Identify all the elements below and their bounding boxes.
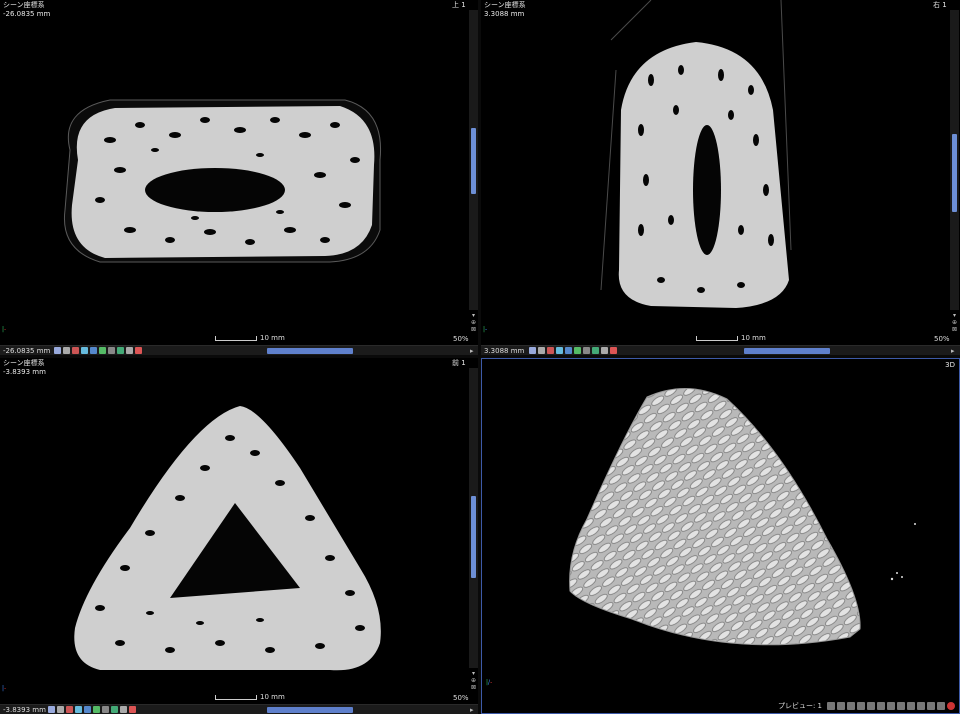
cube-side-icon[interactable]	[887, 702, 895, 710]
scale-bar: 10 mm	[215, 693, 285, 701]
link-icon[interactable]	[57, 706, 64, 713]
view-name-label: 上 1	[452, 1, 466, 9]
view-controls[interactable]: ▾ ⊕ ⊠	[469, 670, 478, 691]
lock-icon[interactable]	[54, 347, 61, 354]
horizontal-scrollbar-thumb[interactable]	[744, 348, 830, 354]
view-name-label: 前 1	[452, 359, 466, 367]
stop-icon[interactable]	[947, 702, 955, 710]
status-position: -3.8393 mm	[3, 706, 46, 714]
flag-icon[interactable]	[66, 706, 73, 713]
check-icon[interactable]	[117, 347, 124, 354]
move-icon[interactable]	[837, 702, 845, 710]
grid-icon[interactable]	[102, 706, 109, 713]
crosshair-icon[interactable]	[81, 347, 88, 354]
3d-render	[569, 388, 916, 646]
cube-top-icon[interactable]	[877, 702, 885, 710]
y-axis-icon[interactable]	[574, 347, 581, 354]
record-icon[interactable]	[610, 347, 617, 354]
viewport-right[interactable]: シーン座標系 3.3088 mm 右 1 ▾ ⊕ ⊠ 10 mm 50% |- 3.…	[481, 0, 960, 355]
settings-icon[interactable]	[126, 347, 133, 354]
slice-position: -26.0835 mm	[3, 10, 51, 18]
slice-scrollbar[interactable]	[469, 368, 478, 668]
cube-front-icon[interactable]	[867, 702, 875, 710]
cube-back-icon[interactable]	[907, 702, 915, 710]
x-axis-icon[interactable]	[84, 706, 91, 713]
slice-position: 3.3088 mm	[484, 10, 525, 18]
settings-icon[interactable]	[120, 706, 127, 713]
debris-specks	[890, 523, 916, 581]
coord-system-label: シーン座標系	[3, 359, 45, 367]
crosshair-icon[interactable]	[75, 706, 82, 713]
lock-icon[interactable]	[529, 347, 536, 354]
tool-strip[interactable]	[48, 706, 136, 713]
scrollbar-thumb[interactable]	[952, 134, 957, 212]
x-axis-icon[interactable]	[565, 347, 572, 354]
record-icon[interactable]	[129, 706, 136, 713]
scale-bar: 10 mm	[696, 334, 766, 342]
viewport-top[interactable]: シーン座標系 -26.0835 mm 上 1 ▾ ⊕ ⊠ 10 mm 50% |- …	[0, 0, 478, 355]
flag-icon[interactable]	[547, 347, 554, 354]
tool-strip[interactable]	[54, 347, 142, 354]
scroll-right-arrow[interactable]: ▸	[951, 346, 955, 355]
grid-icon[interactable]	[108, 347, 115, 354]
y-axis-icon[interactable]	[99, 347, 106, 354]
scale-bar: 10 mm	[215, 334, 285, 342]
cube-view-icon[interactable]	[857, 702, 865, 710]
link-icon[interactable]	[63, 347, 70, 354]
slice-position: -3.8393 mm	[3, 368, 46, 376]
link-icon[interactable]	[538, 347, 545, 354]
lock-icon[interactable]	[48, 706, 55, 713]
scrollbar-thumb[interactable]	[471, 496, 476, 578]
zoom-level: 50%	[934, 335, 950, 343]
view-controls[interactable]: ▾ ⊕ ⊠	[950, 312, 959, 333]
check-icon[interactable]	[592, 347, 599, 354]
scrollbar-thumb[interactable]	[471, 128, 476, 194]
tool-strip[interactable]	[529, 347, 617, 354]
camera-icon[interactable]	[927, 702, 935, 710]
coord-system-label: シーン座標系	[484, 1, 526, 9]
down-icon[interactable]	[827, 702, 835, 710]
grid-icon[interactable]	[583, 347, 590, 354]
status-position: -26.0835 mm	[3, 347, 51, 355]
ct-slice-right	[600, 0, 792, 308]
viewport-3d[interactable]: 3D |/- プレビュー: 1	[481, 358, 960, 714]
horizontal-scrollbar-thumb[interactable]	[267, 707, 353, 713]
slice-scrollbar[interactable]	[950, 10, 959, 310]
axis-gizmo: |-	[483, 326, 488, 333]
record-icon[interactable]	[135, 347, 142, 354]
zoom-level: 50%	[453, 335, 469, 343]
slice-statusbar: 3.3088 mm ▸	[481, 345, 960, 355]
axis-gizmo: |-	[2, 685, 7, 692]
flag-icon[interactable]	[72, 347, 79, 354]
palette-icon[interactable]	[937, 702, 945, 710]
status-position: 3.3088 mm	[484, 347, 525, 355]
ruler-icon[interactable]	[847, 702, 855, 710]
crosshair-icon[interactable]	[556, 347, 563, 354]
ct-slice-top	[63, 99, 382, 263]
axis-gizmo: |/-	[486, 679, 493, 686]
view-controls[interactable]: ▾ ⊕ ⊠	[469, 312, 478, 333]
x-axis-icon[interactable]	[90, 347, 97, 354]
3d-toolbar[interactable]: プレビュー: 1	[778, 701, 955, 711]
coord-system-label: シーン座標系	[3, 1, 45, 9]
preview-label: プレビュー: 1	[777, 702, 822, 710]
slice-statusbar: -3.8393 mm ▸	[0, 704, 478, 714]
ct-slice-front	[74, 406, 381, 671]
slice-statusbar: -26.0835 mm ▸	[0, 345, 478, 355]
y-axis-icon[interactable]	[93, 706, 100, 713]
cube-iso-icon[interactable]	[897, 702, 905, 710]
light-icon[interactable]	[917, 702, 925, 710]
axis-gizmo: |-	[2, 326, 7, 333]
view-name-label: 3D	[945, 361, 955, 369]
scroll-right-arrow[interactable]: ▸	[470, 346, 474, 355]
settings-icon[interactable]	[601, 347, 608, 354]
horizontal-scrollbar-thumb[interactable]	[267, 348, 353, 354]
slice-scrollbar[interactable]	[469, 10, 478, 310]
scroll-right-arrow[interactable]: ▸	[470, 705, 474, 714]
zoom-level: 50%	[453, 694, 469, 702]
view-name-label: 右 1	[933, 1, 947, 9]
check-icon[interactable]	[111, 706, 118, 713]
viewport-front[interactable]: シーン座標系 -3.8393 mm 前 1 ▾ ⊕ ⊠ 10 mm 50% |- -…	[0, 358, 478, 714]
